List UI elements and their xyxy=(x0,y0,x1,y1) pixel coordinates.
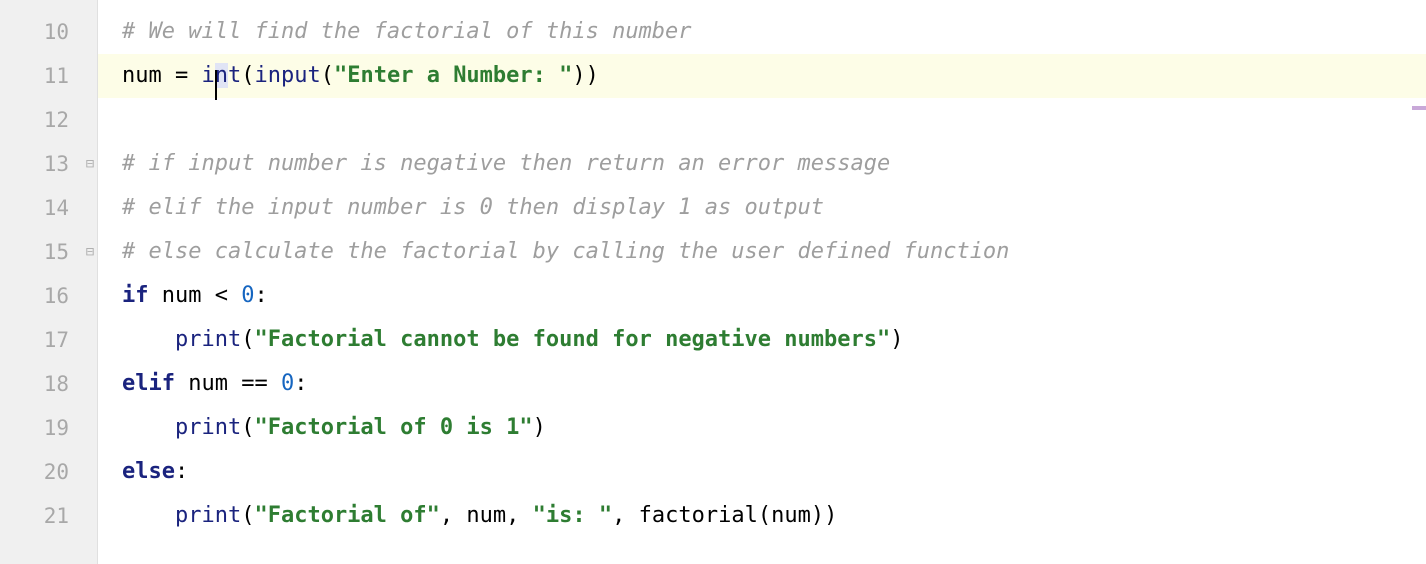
paren: ( xyxy=(241,63,254,88)
comma: , xyxy=(440,503,467,528)
code-line-18[interactable]: elif num == 0: xyxy=(98,362,1426,406)
comma: , xyxy=(612,503,639,528)
code-line-11[interactable]: num = int(input("Enter a Number: ")) xyxy=(98,54,1426,98)
line-number: 20 xyxy=(0,450,97,494)
code-line-21[interactable]: print("Factorial of", num, "is: ", facto… xyxy=(98,494,1426,538)
comment: # elif the input number is 0 then displa… xyxy=(122,195,824,220)
line-number: 21 xyxy=(0,494,97,538)
variable-name: num xyxy=(122,63,162,88)
code-line-10[interactable]: # We will find the factorial of this num… xyxy=(98,10,1426,54)
fold-end-icon[interactable]: ⊟ xyxy=(84,246,96,258)
string-literal: "Enter a Number: " xyxy=(334,63,572,88)
builtin-input: input xyxy=(255,63,321,88)
builtin-print: print xyxy=(175,503,241,528)
variable-name: num xyxy=(162,283,215,308)
function-call: factorial(num)) xyxy=(639,503,838,528)
builtin-int: t xyxy=(228,63,241,88)
line-number: 17 xyxy=(0,318,97,362)
code-line-20[interactable]: else: xyxy=(98,450,1426,494)
line-number: 14 xyxy=(0,186,97,230)
paren: ( xyxy=(241,327,254,352)
paren: ( xyxy=(241,415,254,440)
string-literal: "Factorial of 0 is 1" xyxy=(254,415,532,440)
paren: ( xyxy=(241,503,254,528)
comma: , xyxy=(506,503,533,528)
line-number: 10 xyxy=(0,10,97,54)
paren: ) xyxy=(533,415,546,440)
line-number: 18 xyxy=(0,362,97,406)
line-number-gutter: 10 11 12 13 14 15 16 17 18 19 20 21 xyxy=(0,0,98,564)
number-literal: 0 xyxy=(281,371,294,396)
change-marker xyxy=(1412,106,1426,110)
text-cursor xyxy=(215,70,217,100)
assign-operator: = xyxy=(162,63,202,88)
line-number: 16 xyxy=(0,274,97,318)
eq-operator: == xyxy=(241,371,281,396)
builtin-int: i xyxy=(202,63,215,88)
paren: ) xyxy=(890,327,903,352)
line-number: 15 xyxy=(0,230,97,274)
builtin-print: print xyxy=(175,327,241,352)
paren: ( xyxy=(321,63,334,88)
string-literal: "is: " xyxy=(533,503,612,528)
comment: # if input number is negative then retur… xyxy=(122,151,890,176)
lt-operator: < xyxy=(215,283,242,308)
code-line-14[interactable]: # elif the input number is 0 then displa… xyxy=(98,186,1426,230)
paren: )) xyxy=(572,63,599,88)
code-line-13[interactable]: ⊟# if input number is negative then retu… xyxy=(98,142,1426,186)
string-literal: "Factorial cannot be found for negative … xyxy=(254,327,890,352)
fold-start-icon[interactable]: ⊟ xyxy=(84,158,96,170)
code-line-19[interactable]: print("Factorial of 0 is 1") xyxy=(98,406,1426,450)
line-number: 12 xyxy=(0,98,97,142)
keyword-if: if xyxy=(122,283,149,308)
variable-name: num xyxy=(188,371,241,396)
code-line-15[interactable]: ⊟# else calculate the factorial by calli… xyxy=(98,230,1426,274)
variable-name: num xyxy=(466,503,506,528)
line-number: 19 xyxy=(0,406,97,450)
string-literal: "Factorial of" xyxy=(254,503,439,528)
cursor-position: n xyxy=(215,63,228,88)
code-line-16[interactable]: if num < 0: xyxy=(98,274,1426,318)
colon: : xyxy=(294,371,307,396)
keyword-else: else xyxy=(122,459,175,484)
colon: : xyxy=(175,459,188,484)
keyword-elif: elif xyxy=(122,371,175,396)
code-editor[interactable]: # We will find the factorial of this num… xyxy=(98,0,1426,564)
number-literal: 0 xyxy=(241,283,254,308)
code-line-17[interactable]: print("Factorial cannot be found for neg… xyxy=(98,318,1426,362)
line-number: 13 xyxy=(0,142,97,186)
comment: # We will find the factorial of this num… xyxy=(122,19,692,44)
comment: # else calculate the factorial by callin… xyxy=(122,239,1009,264)
colon: : xyxy=(254,283,267,308)
code-line-12[interactable] xyxy=(98,98,1426,142)
builtin-print: print xyxy=(175,415,241,440)
line-number: 11 xyxy=(0,54,97,98)
